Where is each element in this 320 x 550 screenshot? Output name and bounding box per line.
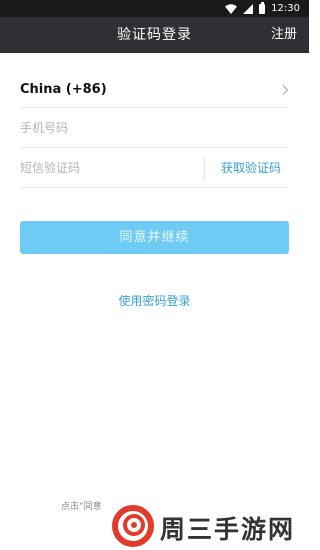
country-selector[interactable]: China (+86) xyxy=(20,72,289,108)
signal-icon xyxy=(243,3,254,14)
nav-bar: 验证码登录 注册 xyxy=(0,17,309,53)
get-code-button[interactable]: 获取验证码 xyxy=(221,148,281,188)
wifi-icon xyxy=(225,3,238,14)
status-bar: 12:30 xyxy=(0,0,309,17)
status-time: 12:30 xyxy=(271,3,300,14)
phone-input[interactable] xyxy=(20,108,289,147)
divider xyxy=(204,157,205,181)
login-form: China (+86) 获取验证码 xyxy=(20,72,289,188)
sms-code-input[interactable] xyxy=(20,148,200,187)
agree-continue-button[interactable]: 同意并继续 xyxy=(20,221,289,254)
register-button[interactable]: 注册 xyxy=(271,17,297,53)
swirl-logo-icon xyxy=(112,504,154,550)
chevron-right-icon xyxy=(282,80,289,99)
watermark-text: 周三手游网 xyxy=(160,514,296,544)
phone-row xyxy=(20,108,289,148)
agreement-text: 点击“同意 xyxy=(61,502,102,512)
sms-row: 获取验证码 xyxy=(20,148,289,188)
country-label: China (+86) xyxy=(20,82,107,97)
password-login-link[interactable]: 使用密码登录 xyxy=(0,292,309,309)
battery-icon xyxy=(259,2,266,14)
watermark-logo: 周三手游网 xyxy=(112,504,309,550)
page-title: 验证码登录 xyxy=(117,27,192,43)
